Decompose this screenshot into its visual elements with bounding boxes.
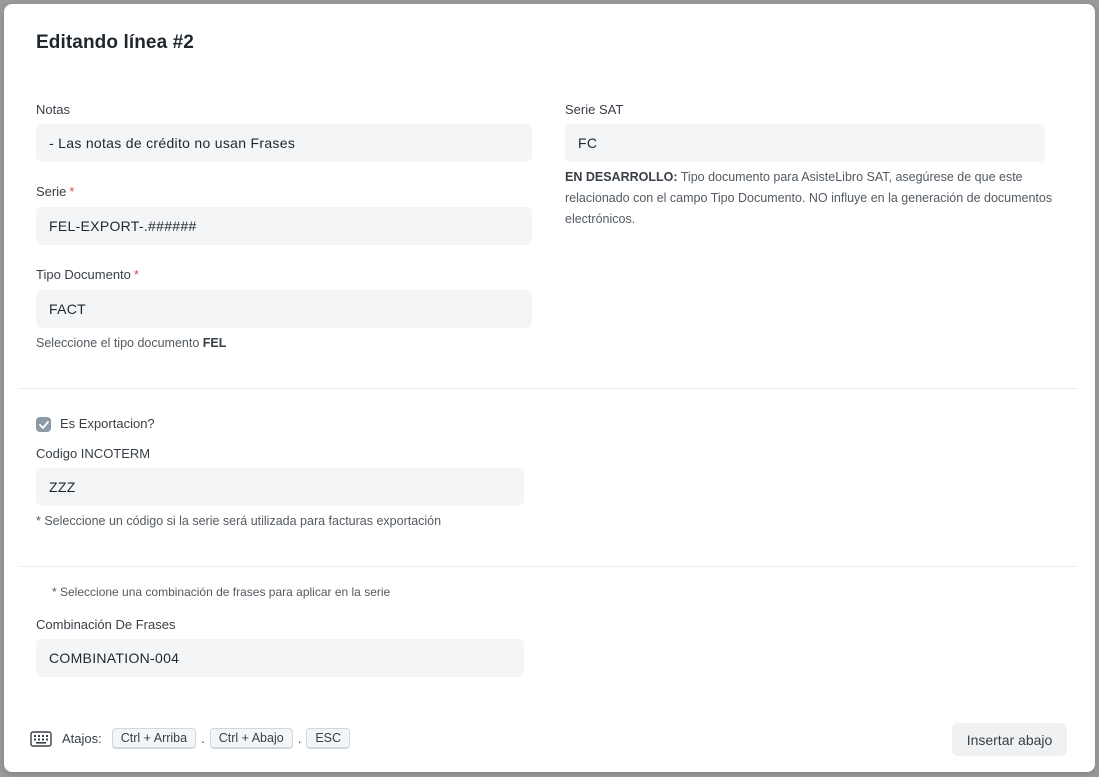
tipo-documento-field[interactable]: FACT	[36, 290, 532, 328]
section-divider	[18, 566, 1077, 567]
shortcut-separator: .	[201, 731, 205, 746]
shortcuts-label: Atajos:	[62, 731, 102, 746]
keyboard-icon	[30, 730, 52, 747]
serie-label: Serie *	[36, 184, 75, 199]
serie-sat-help: EN DESARROLLO: Tipo documento para Asist…	[565, 170, 1053, 226]
tipo-documento-help: Seleccione el tipo documento FEL	[36, 336, 227, 350]
check-icon	[38, 420, 49, 429]
shortcut-esc: ESC	[306, 728, 351, 749]
shortcut-ctrl-up: Ctrl + Arriba	[111, 728, 197, 749]
incoterm-label: Codigo INCOTERM	[36, 446, 151, 461]
insert-below-button[interactable]: Insertar abajo	[952, 723, 1067, 756]
shortcut-separator: .	[297, 731, 302, 746]
tipo-documento-label: Tipo Documento *	[36, 267, 139, 282]
required-marker: *	[69, 184, 75, 199]
frases-note: * Seleccione una combinación de frases p…	[52, 585, 391, 599]
serie-field[interactable]: FEL-EXPORT-.######	[36, 207, 532, 245]
serie-sat-field[interactable]: FC	[565, 124, 1045, 162]
combinacion-field[interactable]: COMBINATION-004	[36, 639, 524, 677]
incoterm-field[interactable]: ZZZ	[36, 468, 524, 506]
edit-row-dialog: Editando línea #2 Notas - Las notas de c…	[4, 4, 1095, 772]
combinacion-label: Combinación De Frases	[36, 617, 176, 632]
serie-sat-label: Serie SAT	[565, 102, 624, 117]
es-exportacion-label[interactable]: Es Exportacion?	[60, 416, 155, 431]
incoterm-help: * Seleccione un código si la serie será …	[36, 514, 442, 528]
shortcut-ctrl-down: Ctrl + Abajo	[209, 728, 293, 749]
notas-field[interactable]: - Las notas de crédito no usan Frases	[36, 124, 532, 162]
section-divider	[18, 388, 1077, 389]
dialog-title: Editando línea #2	[36, 32, 194, 53]
required-marker: *	[133, 267, 139, 282]
es-exportacion-checkbox[interactable]	[36, 417, 51, 432]
shortcuts-bar: Atajos: Ctrl + Arriba . Ctrl + Abajo . E…	[30, 728, 351, 749]
notas-label: Notas	[36, 102, 70, 117]
